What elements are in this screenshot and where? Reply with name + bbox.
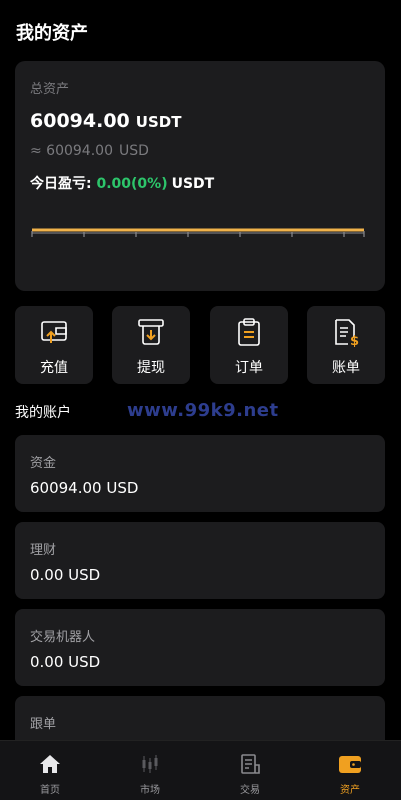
account-card-wealth[interactable]: 理财 0.00 USD [15, 522, 385, 599]
total-assets-card: 总资产 60094.00 USDT ≈ 60094.00 USD 今日盈亏: 0.0… [15, 61, 385, 291]
total-assets-value: 60094.00 USDT [30, 110, 181, 132]
tab-assets-label: 资产 [340, 785, 360, 796]
account-value: 60094.00 USD [30, 479, 139, 497]
tab-market[interactable]: 市场 [100, 741, 200, 800]
pnl-unit: USDT [171, 176, 215, 192]
tab-market-label: 市场 [140, 785, 160, 796]
approx-number: ≈ 60094.00 [30, 143, 113, 159]
account-card-trading-bot[interactable]: 交易机器人 0.00 USD [15, 609, 385, 686]
today-pnl: 今日盈亏: 0.00(0%) USDT [30, 173, 214, 193]
bill-icon: $ [331, 317, 361, 351]
account-name: 理财 [30, 543, 57, 558]
orders-label: 订单 [235, 360, 263, 376]
bills-label: 账单 [332, 360, 360, 376]
tab-trade[interactable]: 交易 [200, 741, 300, 800]
pnl-label: 今日盈亏: [30, 176, 92, 192]
wallet-icon [338, 753, 362, 779]
orders-button[interactable]: 订单 [210, 306, 288, 384]
pnl-value: 0.00(0%) [96, 176, 168, 192]
watermark-text: www.99k9.net [127, 400, 279, 421]
tab-home-label: 首页 [40, 785, 60, 796]
pnl-trend-chart [31, 228, 365, 237]
account-name: 资金 [30, 456, 57, 471]
withdraw-label: 提现 [137, 360, 165, 376]
bottom-tab-bar: 首页 市场 交易 资产 [0, 740, 401, 800]
tab-trade-label: 交易 [240, 785, 260, 796]
home-icon [39, 753, 61, 779]
account-value: 0.00 USD [30, 653, 101, 671]
bills-button[interactable]: $ 账单 [307, 306, 385, 384]
my-accounts-title: 我的账户 [15, 405, 71, 421]
account-card-funds[interactable]: 资金 60094.00 USD [15, 435, 385, 512]
trade-document-icon [239, 753, 261, 779]
total-assets-label: 总资产 [30, 82, 70, 97]
total-value-number: 60094.00 [30, 110, 130, 132]
tab-assets[interactable]: 资产 [300, 741, 400, 800]
svg-text:$: $ [350, 334, 359, 347]
deposit-icon [39, 317, 69, 351]
withdraw-icon [136, 317, 166, 351]
page-title: 我的资产 [16, 23, 88, 44]
account-value: 0.00 USD [30, 566, 101, 584]
total-value-unit: USDT [135, 113, 182, 131]
tab-home[interactable]: 首页 [0, 741, 100, 800]
account-name: 跟单 [30, 717, 57, 732]
deposit-label: 充值 [40, 360, 68, 376]
approx-unit: USD [118, 143, 149, 159]
approx-usd-value: ≈ 60094.00 USD [30, 143, 149, 159]
withdraw-button[interactable]: 提现 [112, 306, 190, 384]
order-clipboard-icon [234, 317, 264, 351]
account-name: 交易机器人 [30, 630, 96, 645]
deposit-button[interactable]: 充值 [15, 306, 93, 384]
candlestick-icon [139, 753, 161, 779]
